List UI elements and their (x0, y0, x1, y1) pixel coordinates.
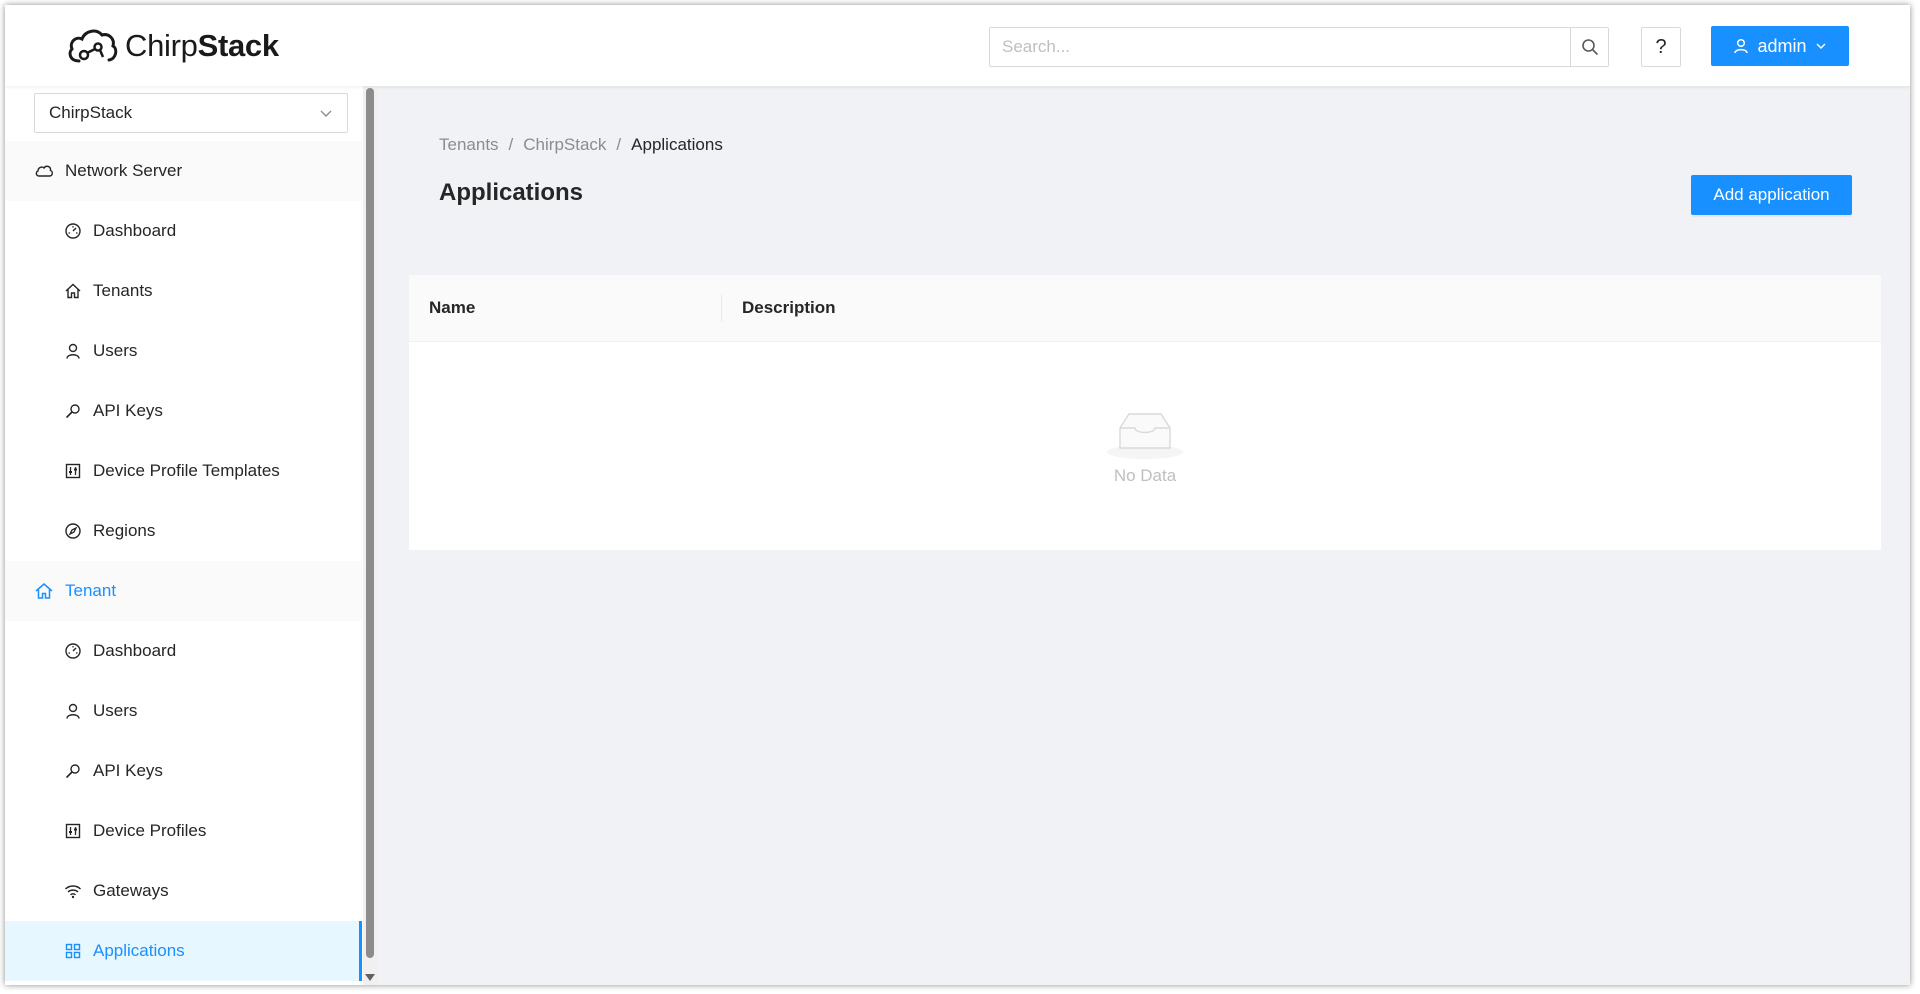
column-header-description[interactable]: Description (722, 275, 836, 341)
breadcrumb-separator: / (508, 135, 514, 154)
sidebar: ChirpStack Network Server Dashboard Tena… (5, 86, 377, 985)
cloud-logo-icon (68, 29, 118, 63)
compass-icon (63, 521, 83, 541)
app-window: ChirpStack ? admin ChirpS (5, 5, 1910, 985)
chirpstack-logo[interactable]: ChirpStack (65, 25, 279, 67)
sidebar-item-device-profiles[interactable]: Device Profiles (5, 801, 362, 861)
help-button[interactable]: ? (1641, 27, 1681, 67)
sidebar-item-label: API Keys (93, 401, 163, 420)
sidebar-item-regions[interactable]: Regions (5, 501, 362, 561)
sidebar-item-gateways[interactable]: Gateways (5, 861, 362, 921)
menu-group-label: Network Server (65, 161, 183, 180)
tenant-select-value: ChirpStack (49, 103, 133, 122)
breadcrumb-tenants[interactable]: Tenants (439, 135, 499, 155)
sidebar-item-tenants[interactable]: Tenants (5, 261, 362, 321)
appstore-icon (63, 941, 83, 961)
key-icon (63, 401, 83, 421)
sidebar-menu: Network Server Dashboard Tenants Users A… (5, 141, 362, 981)
main-content: Tenants / ChirpStack / Applications Appl… (377, 86, 1910, 985)
home-icon (63, 281, 83, 301)
sidebar-item-label: Dashboard (93, 221, 177, 240)
sidebar-item-label: Users (93, 701, 138, 720)
empty-text: No Data (1113, 466, 1177, 485)
sidebar-item-device-profile-templates[interactable]: Device Profile Templates (5, 441, 362, 501)
scroll-down-arrow-icon[interactable] (365, 974, 375, 981)
column-header-name[interactable]: Name (409, 275, 722, 341)
user-icon (63, 341, 83, 361)
add-application-button[interactable]: Add application (1691, 175, 1852, 215)
wifi-icon (63, 881, 83, 901)
sidebar-item-tenant-dashboard[interactable]: Dashboard (5, 621, 362, 681)
menu-group-tenant[interactable]: Tenant (5, 561, 362, 621)
user-name: admin (1757, 35, 1807, 56)
search-button[interactable] (1570, 27, 1609, 67)
dashboard-icon (63, 641, 83, 661)
sidebar-item-tenant-users[interactable]: Users (5, 681, 362, 741)
sidebar-item-label: Dashboard (93, 641, 177, 660)
search-icon (1581, 39, 1598, 55)
tenant-select[interactable]: ChirpStack (34, 93, 348, 133)
user-icon (63, 701, 83, 721)
logo-text: ChirpStack (125, 28, 279, 63)
applications-table: Name Description No Data (409, 275, 1881, 550)
breadcrumb-separator: / (616, 135, 622, 154)
sidebar-item-label: Users (93, 341, 138, 360)
sidebar-item-label: API Keys (93, 761, 163, 780)
user-menu-button[interactable]: admin (1711, 26, 1849, 66)
sidebar-item-label: Device Profiles (93, 821, 207, 840)
sidebar-item-label: Regions (93, 521, 156, 540)
sidebar-item-label: Device Profile Templates (93, 461, 280, 480)
sidebar-scrollbar[interactable] (363, 86, 377, 985)
global-search (989, 27, 1609, 67)
sidebar-item-ns-dashboard[interactable]: Dashboard (5, 201, 362, 261)
sidebar-item-ns-users[interactable]: Users (5, 321, 362, 381)
sidebar-item-applications[interactable]: Applications (5, 921, 362, 981)
empty-inbox-icon (1107, 413, 1183, 459)
dashboard-icon (63, 221, 83, 241)
home-icon (33, 580, 55, 602)
search-input[interactable] (989, 27, 1571, 67)
breadcrumb-current: Applications (631, 135, 723, 154)
sidebar-item-tenant-api-keys[interactable]: API Keys (5, 741, 362, 801)
scrollbar-thumb[interactable] (366, 88, 374, 958)
chevron-down-icon (1816, 43, 1826, 49)
chevron-down-icon (320, 110, 332, 117)
menu-group-network-server[interactable]: Network Server (5, 141, 362, 201)
key-icon (63, 761, 83, 781)
table-header: Name Description (409, 275, 1881, 342)
sidebar-item-label: Applications (93, 941, 185, 960)
sidebar-item-ns-api-keys[interactable]: API Keys (5, 381, 362, 441)
breadcrumb-tenant[interactable]: ChirpStack (523, 135, 606, 155)
sidebar-item-label: Gateways (93, 881, 169, 900)
menu-group-label: Tenant (65, 581, 117, 600)
table-empty-state: No Data (409, 342, 1881, 550)
cloud-icon (33, 160, 55, 182)
sidebar-item-label: Tenants (93, 281, 153, 300)
page-title: Applications (439, 179, 584, 206)
breadcrumb: Tenants / ChirpStack / Applications (439, 135, 723, 155)
control-icon (63, 821, 83, 841)
control-icon (63, 461, 83, 481)
user-icon (1734, 38, 1749, 54)
top-header: ChirpStack ? admin (5, 5, 1910, 86)
